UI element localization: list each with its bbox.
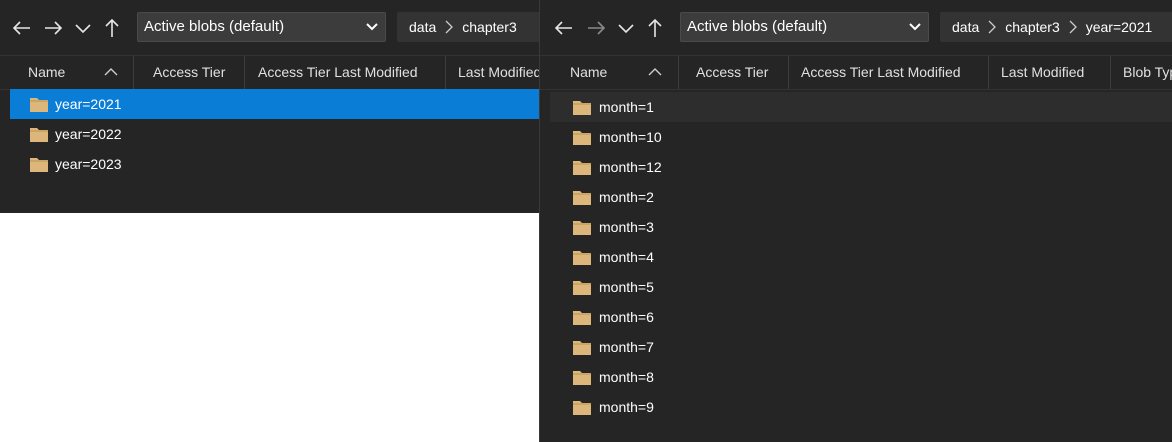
blob-filter-value: Active blobs (default) [687, 18, 828, 35]
list-item[interactable]: year=2022 [10, 119, 539, 149]
folder-icon [573, 219, 591, 235]
folder-icon [573, 129, 591, 145]
folder-icon [573, 249, 591, 265]
toolbar: Active blobs (default) data chapter3 year=… [540, 0, 1172, 55]
chevron-right-icon [987, 20, 997, 34]
sort-up-icon [104, 67, 118, 77]
list-item[interactable]: month=12 [550, 152, 1172, 182]
breadcrumb-item-chapter3[interactable]: chapter3 [1005, 12, 1059, 42]
arrow-left-icon [554, 21, 572, 35]
chevron-right-icon [1068, 20, 1078, 34]
column-header: Name Access Tier Access Tier Last Modifi… [0, 55, 539, 90]
column-name[interactable]: Name [558, 56, 679, 89]
up-button[interactable] [100, 16, 124, 40]
folder-icon [573, 189, 591, 205]
sort-up-icon [648, 67, 662, 77]
folder-icon [573, 279, 591, 295]
back-button[interactable] [10, 16, 34, 40]
breadcrumb: data chapter3 year=2021 [940, 12, 1172, 42]
up-button[interactable] [643, 16, 667, 40]
folder-icon [573, 399, 591, 415]
chevron-down-icon [366, 22, 378, 32]
list-item[interactable]: month=2 [550, 182, 1172, 212]
column-access-tier-last-modified[interactable]: Access Tier Last Modified [246, 56, 446, 89]
arrow-right-icon [45, 21, 63, 35]
folder-icon [573, 159, 591, 175]
list-item[interactable]: month=5 [550, 272, 1172, 302]
column-access-tier[interactable]: Access Tier [141, 56, 245, 89]
blob-filter-select[interactable]: Active blobs (default) [680, 12, 929, 42]
blob-filter-select[interactable]: Active blobs (default) [137, 12, 386, 42]
arrow-up-icon [105, 18, 119, 37]
folder-icon [573, 339, 591, 355]
list-item[interactable]: month=7 [550, 332, 1172, 362]
explorer-panel-right: Active blobs (default) data chapter3 year=… [539, 0, 1172, 442]
forward-button[interactable] [41, 16, 65, 40]
breadcrumb-item-chapter3[interactable]: chapter3 [462, 12, 516, 42]
breadcrumb-item-data[interactable]: data [409, 12, 436, 42]
breadcrumb-item-data[interactable]: data [952, 12, 979, 42]
list-item[interactable]: month=4 [550, 242, 1172, 272]
list-item[interactable]: month=9 [550, 392, 1172, 422]
recent-locations-button[interactable] [71, 16, 95, 40]
folder-icon [30, 126, 48, 142]
blob-filter-value: Active blobs (default) [144, 18, 285, 35]
chevron-down-icon [75, 24, 91, 34]
folder-icon [30, 96, 48, 112]
back-button[interactable] [552, 16, 576, 40]
column-header: Name Access Tier Access Tier Last Modifi… [540, 55, 1172, 90]
folder-icon [573, 99, 591, 115]
list-item[interactable]: month=8 [550, 362, 1172, 392]
breadcrumb: data chapter3 [397, 12, 539, 42]
arrow-left-icon [12, 21, 30, 35]
column-last-modified[interactable]: Last Modified [989, 56, 1111, 89]
list-item[interactable]: month=6 [550, 302, 1172, 332]
recent-locations-button[interactable] [614, 16, 638, 40]
chevron-down-icon [909, 22, 921, 32]
column-last-modified[interactable]: Last Modified [446, 56, 539, 89]
folder-icon [573, 309, 591, 325]
column-access-tier[interactable]: Access Tier [684, 56, 789, 89]
arrow-right-icon [588, 21, 606, 35]
list-item[interactable]: year=2021 [10, 89, 539, 119]
folder-icon [573, 369, 591, 385]
column-name[interactable]: Name [16, 56, 134, 89]
list-item[interactable]: month=10 [550, 122, 1172, 152]
explorer-panel-left: Active blobs (default) data chapter3 Name… [0, 0, 540, 213]
column-access-tier-last-modified[interactable]: Access Tier Last Modified [789, 56, 989, 89]
list-item[interactable]: month=3 [550, 212, 1172, 242]
breadcrumb-item-year-2021[interactable]: year=2021 [1086, 12, 1153, 42]
list-item[interactable]: year=2023 [10, 149, 539, 179]
chevron-right-icon [444, 20, 454, 34]
toolbar: Active blobs (default) data chapter3 [0, 0, 539, 55]
arrow-up-icon [648, 18, 662, 37]
forward-button[interactable] [584, 16, 608, 40]
column-blob-type[interactable]: Blob Type [1111, 56, 1172, 89]
chevron-down-icon [618, 24, 634, 34]
list-item[interactable]: month=1 [550, 92, 1172, 122]
folder-icon [30, 156, 48, 172]
